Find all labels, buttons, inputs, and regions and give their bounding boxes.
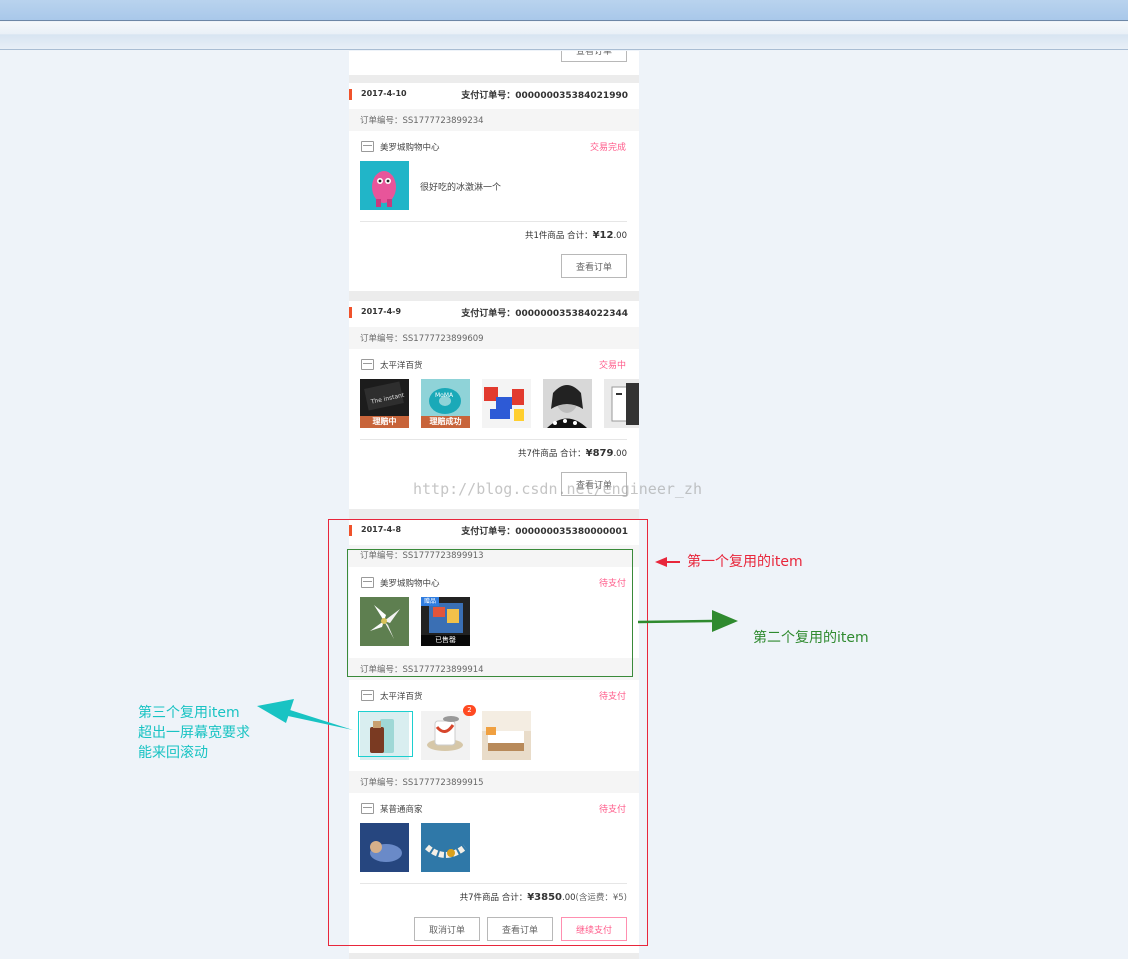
date-marker [349,307,352,318]
order-header: 2017-4-9 支付订单号：000000035384022344 [349,301,639,325]
order-number: 订单编号：SS1777723899609 [360,334,484,344]
date-marker [349,89,352,100]
highlight-box-third-item [358,711,413,757]
green-arrow-head [712,610,738,632]
window-toolbar [0,22,1128,50]
annotation-third-line3: 能来回滚动 [138,745,208,761]
watermark: http://blog.csdn.net/engineer_zh [413,480,702,498]
order-summary: 共7件商品 合计：¥879.00 [518,447,627,459]
svg-text:MoMA: MoMA [435,392,454,399]
order-header: 2017-4-10 支付订单号：000000035384021990 [349,83,639,107]
shop-icon [361,359,374,370]
order-number-row: 订单编号：SS1777723899609 [349,327,639,349]
order-total: ¥879 [585,448,614,459]
annotation-first-item: 第一个复用的item [687,554,803,570]
order-card-partial: 查看订单 [349,51,639,75]
divider [360,439,627,440]
window-titlebar [0,0,1128,21]
order-summary: 共1件商品 合计：¥12.00 [525,229,627,241]
annotation-third-line1: 第三个复用item [138,705,240,721]
product-description: 很好吃的冰激淋一个 [420,183,502,193]
order-total-decimal: .00 [613,449,627,459]
summary-text: 共1件商品 合计： [524,231,593,241]
order-date: 2017-4-10 [361,89,407,98]
order-card: 2017-4-10 支付订单号：000000035384021990 订单编号：… [349,83,639,291]
shop-name[interactable]: 美罗城购物中心 [380,141,440,153]
product-thumbnail[interactable] [482,379,531,428]
shop-icon [361,141,374,152]
product-thumbnail[interactable]: The instant 理赔中 [360,379,409,428]
pay-order-number: 支付订单号：000000035384022344 [461,309,628,319]
claim-tag: 理赔成功 [421,416,470,428]
claim-tag: 理赔中 [360,416,409,428]
red-arrow-head [655,557,667,567]
summary-text: 共7件商品 合计： [518,449,586,459]
order-number-row: 订单编号：SS1777723899234 [349,109,639,131]
order-status: 交易中 [598,361,626,371]
product-thumbnail[interactable] [543,379,592,428]
view-order-button[interactable]: 查看订单 [561,51,627,62]
divider [360,221,627,222]
order-total: ¥12 [592,230,614,241]
order-total-decimal: .00 [613,231,627,241]
order-date: 2017-4-9 [361,307,402,316]
product-thumbnail[interactable]: MoMA 理赔成功 [421,379,470,428]
order-number: 订单编号：SS1777723899234 [360,116,484,126]
product-thumbnail[interactable] [604,379,639,428]
highlight-box-second-item [347,549,633,677]
product-thumbnail[interactable] [360,161,409,210]
order-status: 交易完成 [589,143,626,153]
order-card: 2017-4-9 支付订单号：000000035384022344 订单编号：S… [349,301,639,509]
pay-order-number: 支付订单号：000000035384021990 [461,91,628,101]
annotation-third-item: 第三个复用item 超出一屏幕宽要求 能来回滚动 [138,703,278,763]
green-arrow-line [637,619,713,624]
annotation-second-item: 第二个复用的item [753,630,869,646]
shop-name[interactable]: 太平洋百货 [380,359,423,371]
annotation-third-line2: 超出一屏幕宽要求 [138,725,250,741]
view-order-button[interactable]: 查看订单 [561,254,627,278]
